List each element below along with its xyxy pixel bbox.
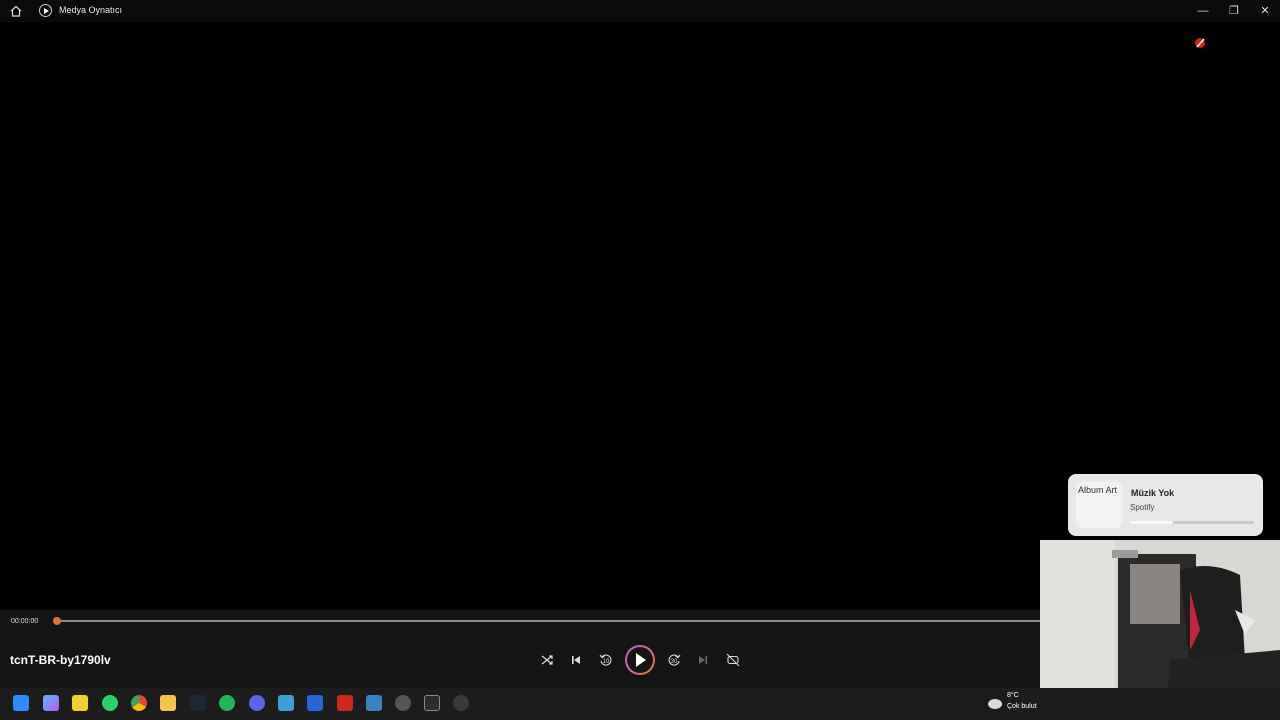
weather-condition: Çok bulut bbox=[1007, 703, 1037, 710]
rewind-10-icon[interactable]: 10 bbox=[597, 651, 615, 669]
sticky-notes-icon[interactable] bbox=[72, 695, 88, 711]
file-explorer-icon[interactable] bbox=[160, 695, 176, 711]
song-source: Spotify bbox=[1130, 503, 1155, 512]
start-icon[interactable] bbox=[13, 695, 29, 711]
next-icon[interactable] bbox=[694, 651, 712, 669]
forward-30-icon[interactable]: 30 bbox=[665, 651, 683, 669]
windows-app-icon[interactable] bbox=[278, 695, 294, 711]
cloud-icon bbox=[988, 699, 1002, 709]
home-icon[interactable] bbox=[9, 4, 23, 18]
album-art: Album Art bbox=[1076, 482, 1122, 528]
paint-icon[interactable] bbox=[366, 695, 382, 711]
window-title: Medya Oynatıcı bbox=[59, 5, 123, 15]
previous-icon[interactable] bbox=[567, 651, 585, 669]
acrobat-icon[interactable] bbox=[337, 695, 353, 711]
close-button[interactable]: ✕ bbox=[1257, 3, 1273, 19]
steam-icon[interactable] bbox=[190, 695, 206, 711]
pen-overlay-icon[interactable] bbox=[1193, 36, 1207, 50]
discord-icon[interactable] bbox=[249, 695, 265, 711]
media-player-taskbar-icon[interactable] bbox=[453, 695, 469, 711]
davinci-icon[interactable] bbox=[395, 695, 411, 711]
mail-icon[interactable] bbox=[307, 695, 323, 711]
shuffle-icon[interactable] bbox=[538, 651, 556, 669]
maximize-button[interactable]: ❐ bbox=[1226, 3, 1242, 19]
spotify-progress-fill bbox=[1130, 521, 1174, 524]
copilot-icon[interactable] bbox=[43, 695, 59, 711]
rewind-label: 10 bbox=[603, 659, 610, 665]
spotify-icon[interactable] bbox=[219, 695, 235, 711]
current-time: 00:00:00 bbox=[11, 618, 39, 625]
media-title: tcnT-BR-by1790lv bbox=[10, 653, 111, 667]
repeat-off-icon[interactable] bbox=[724, 651, 742, 669]
title-bar: Medya Oynatıcı — ❐ ✕ bbox=[0, 0, 1280, 22]
minimize-button[interactable]: — bbox=[1195, 3, 1211, 19]
terminal-icon[interactable] bbox=[424, 695, 440, 711]
spotify-progress-bar bbox=[1130, 521, 1254, 524]
chrome-icon[interactable] bbox=[131, 695, 147, 711]
media-player-app-icon bbox=[39, 4, 52, 17]
play-icon bbox=[636, 653, 646, 667]
spotify-widget[interactable]: Album Art Müzik Yok Spotify bbox=[1068, 474, 1263, 536]
play-button[interactable] bbox=[625, 645, 655, 675]
seek-bar[interactable] bbox=[58, 620, 1040, 622]
song-title: Müzik Yok bbox=[1131, 488, 1175, 498]
forward-label: 30 bbox=[671, 659, 678, 665]
whatsapp-icon[interactable] bbox=[102, 695, 118, 711]
weather-temperature: 8°C bbox=[1007, 692, 1019, 699]
seek-thumb[interactable] bbox=[53, 617, 61, 625]
